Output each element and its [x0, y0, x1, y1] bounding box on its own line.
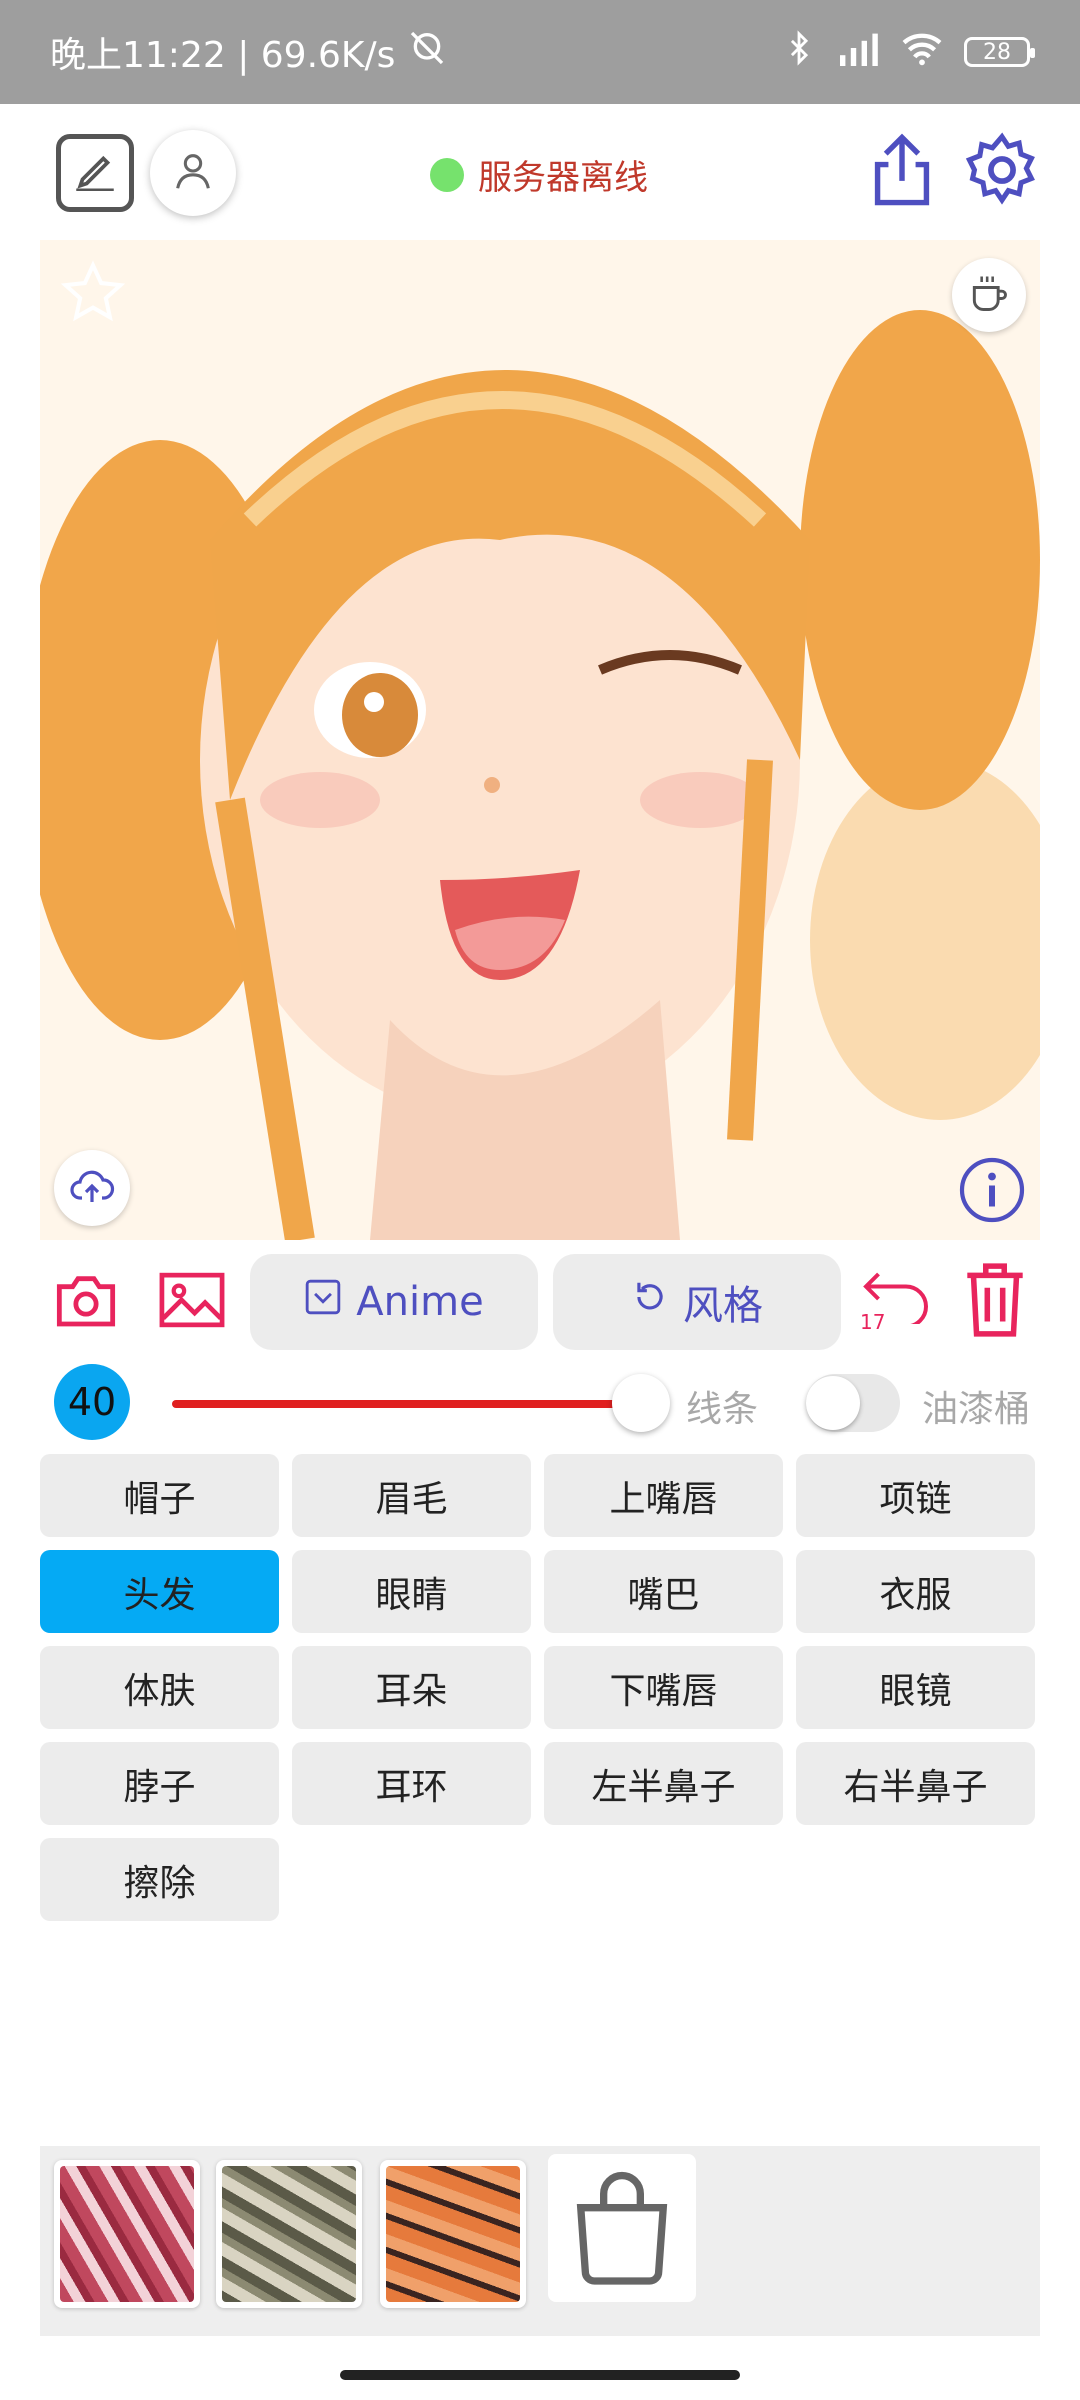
segment-label-button[interactable]: 右半鼻子 [796, 1742, 1035, 1825]
user-button[interactable] [150, 130, 236, 216]
texture-swatch[interactable] [216, 2160, 362, 2308]
share-button[interactable] [866, 132, 938, 212]
camera-icon [54, 1276, 118, 1334]
paint-bucket-toggle[interactable] [806, 1374, 900, 1432]
favorite-button[interactable] [58, 258, 128, 328]
coffee-icon [967, 271, 1011, 319]
alarm-off-icon [407, 28, 447, 77]
battery-indicator: 28 [964, 37, 1035, 67]
info-button[interactable] [954, 1154, 1030, 1230]
status-bar: 晚上11:22 | 69.6K/s 28 [0, 0, 1080, 104]
anime-label: Anime [356, 1279, 484, 1325]
server-status-text: 服务器离线 [478, 158, 648, 198]
settings-icon [964, 132, 1040, 212]
chevron-down-box-icon [304, 1278, 342, 1326]
anime-artwork [40, 240, 1040, 1240]
line-label: 线条 [686, 1389, 759, 1430]
texture-swatch-preview [222, 2166, 356, 2302]
delete-button[interactable] [960, 1260, 1030, 1340]
settings-button[interactable] [962, 132, 1042, 212]
segment-label-button[interactable]: 帽子 [40, 1454, 279, 1537]
camera-button[interactable] [54, 1270, 118, 1330]
edit-button[interactable] [56, 134, 134, 212]
texture-swatch-preview [60, 2166, 194, 2302]
segment-label-button[interactable]: 项链 [796, 1454, 1035, 1537]
gallery-button[interactable] [158, 1270, 226, 1330]
segment-label-button[interactable]: 擦除 [40, 1838, 279, 1921]
shopping-bag-icon [567, 2166, 677, 2290]
paint-bucket-label: 油漆桶 [922, 1389, 1031, 1430]
edit-icon [70, 146, 120, 200]
server-status: 服务器离线 [430, 150, 648, 199]
segment-label-button[interactable]: 嘴巴 [544, 1550, 783, 1633]
upload-cloud-icon [68, 1162, 116, 1214]
signal-icon [836, 30, 880, 75]
segment-label-button[interactable]: 下嘴唇 [544, 1646, 783, 1729]
segment-label-button[interactable]: 脖子 [40, 1742, 279, 1825]
texture-swatch-preview [386, 2166, 520, 2302]
segment-label-button[interactable]: 耳朵 [292, 1646, 531, 1729]
style-label: 风格 [683, 1283, 763, 1329]
info-icon [956, 1154, 1028, 1230]
image-icon [158, 1272, 226, 1334]
home-indicator[interactable] [340, 2370, 740, 2380]
upload-button[interactable] [54, 1150, 130, 1226]
segment-label-button[interactable]: 眼镜 [796, 1646, 1035, 1729]
brush-size-slider[interactable] [172, 1400, 642, 1408]
segment-label-button[interactable]: 头发 [40, 1550, 279, 1633]
wifi-icon [900, 30, 944, 75]
anime-model-selector[interactable]: Anime [250, 1254, 538, 1350]
status-time-speed: 晚上11:22 | 69.6K/s [50, 35, 396, 76]
image-canvas[interactable] [40, 240, 1040, 1240]
action-row: Anime 风格 17 [40, 1250, 1040, 1350]
store-button[interactable] [548, 2154, 696, 2302]
brush-row: 40 线条 油漆桶 [40, 1360, 1040, 1446]
style-button[interactable]: 风格 [553, 1254, 841, 1350]
share-icon [869, 132, 935, 212]
segment-label-button[interactable]: 衣服 [796, 1550, 1035, 1633]
toggle-knob [806, 1376, 860, 1430]
star-icon [58, 260, 128, 332]
top-toolbar: 服务器离线 [0, 104, 1080, 240]
trash-icon [960, 1263, 1030, 1344]
segment-label-grid: 帽子 眉毛 上嘴唇 项链头发 眼睛 嘴巴 衣服体肤 耳朵 下嘴唇 眼镜脖子 耳环 左半鼻子 右半鼻子擦除 [40, 1454, 1040, 1921]
coffee-button[interactable] [952, 258, 1026, 332]
brush-size-badge: 40 [54, 1364, 130, 1440]
undo-count: 17 [860, 1310, 886, 1334]
texture-tray [40, 2146, 1040, 2336]
texture-swatch[interactable] [380, 2160, 526, 2308]
segment-label-button[interactable]: 眼睛 [292, 1550, 531, 1633]
segment-label-button[interactable]: 左半鼻子 [544, 1742, 783, 1825]
app-root: 晚上11:22 | 69.6K/s 28 服务器离线 Anime 风格 17 4… [0, 0, 1080, 2400]
segment-label-button[interactable]: 眉毛 [292, 1454, 531, 1537]
user-icon [170, 148, 216, 198]
segment-label-button[interactable]: 耳环 [292, 1742, 531, 1825]
status-dot [430, 157, 464, 192]
segment-label-button[interactable]: 体肤 [40, 1646, 279, 1729]
refresh-icon [631, 1278, 669, 1326]
segment-label-button[interactable]: 上嘴唇 [544, 1454, 783, 1537]
bluetooth-icon [782, 29, 816, 76]
texture-swatch[interactable] [54, 2160, 200, 2308]
slider-thumb[interactable] [612, 1374, 670, 1432]
